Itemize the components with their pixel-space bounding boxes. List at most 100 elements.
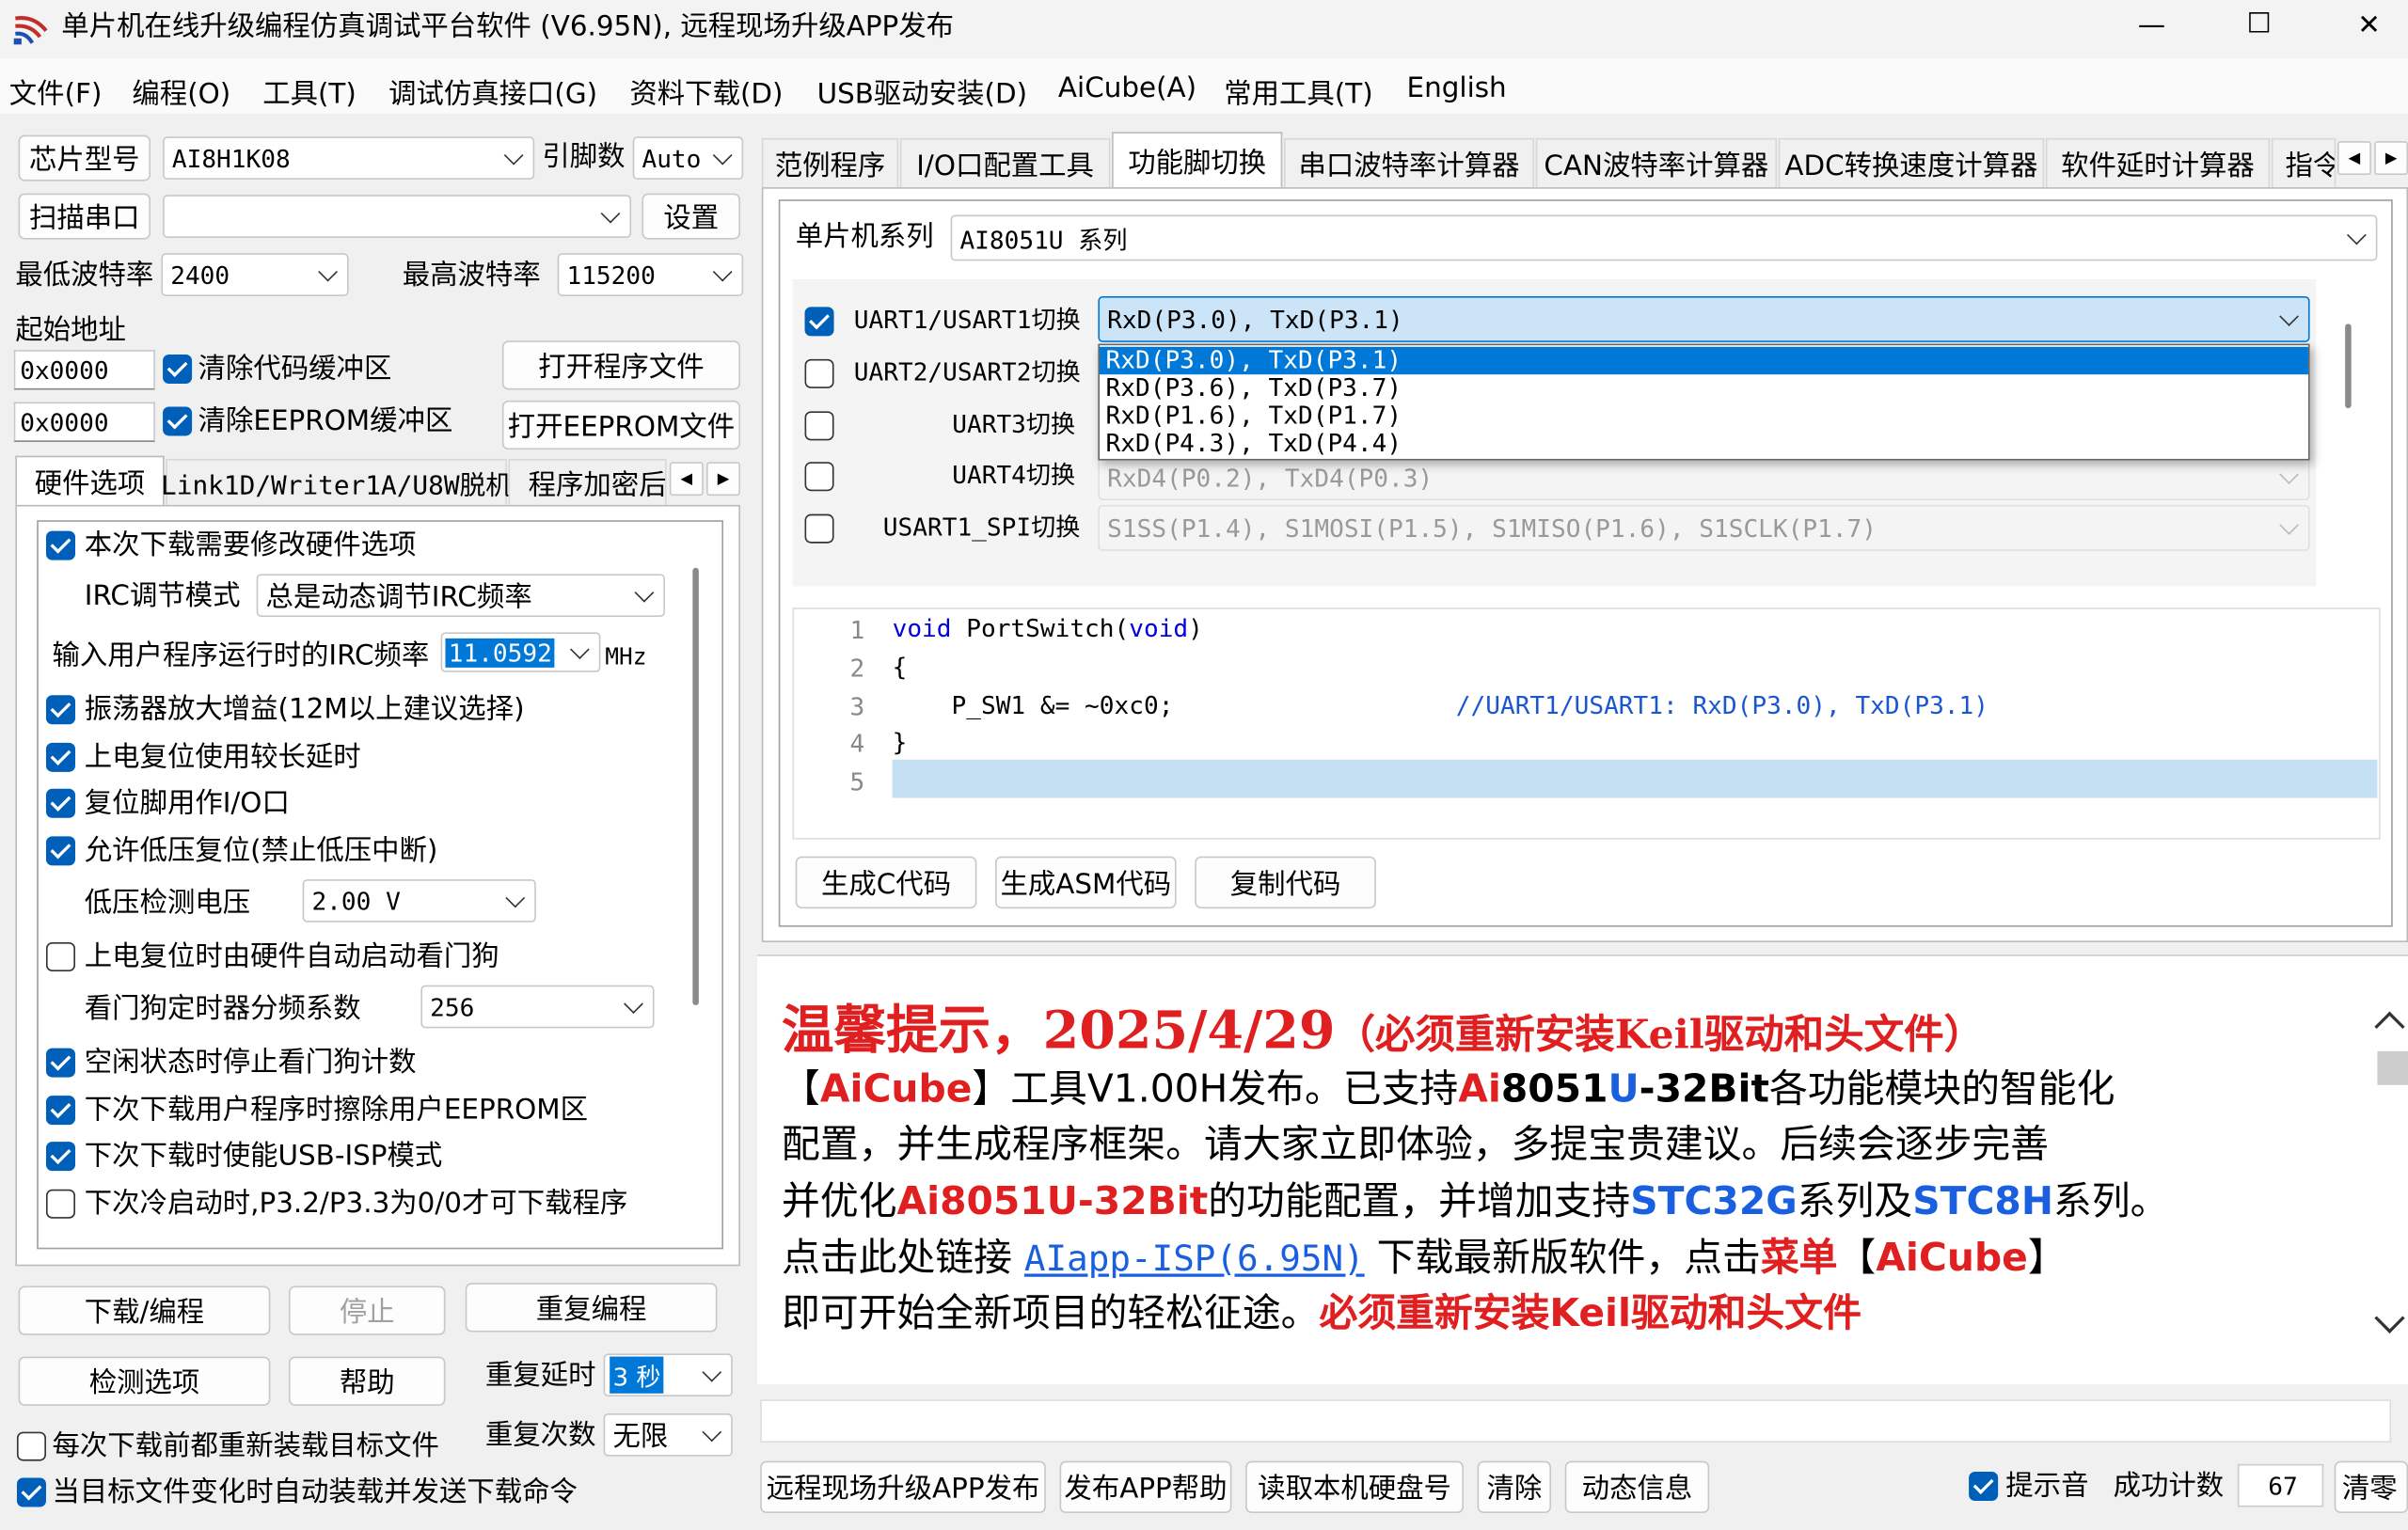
generate-asm-button[interactable]: 生成ASM代码 bbox=[994, 856, 1177, 909]
usb-isp-checkbox[interactable] bbox=[45, 1142, 76, 1172]
reload-checkbox[interactable] bbox=[16, 1431, 46, 1461]
uart2-checkbox[interactable] bbox=[804, 358, 834, 388]
tab-delay-calc[interactable]: 软件延时计算器 bbox=[2045, 137, 2271, 188]
stop-button[interactable]: 停止 bbox=[288, 1286, 446, 1335]
dropdown-option[interactable]: RxD(P3.6), TxD(P3.7) bbox=[1100, 373, 2308, 402]
menu-download[interactable]: 资料下载(D) bbox=[629, 72, 783, 112]
open-eeprom-button[interactable]: 打开EEPROM文件 bbox=[501, 400, 740, 450]
dropdown-option[interactable]: RxD(P4.3), TxD(P4.4) bbox=[1100, 429, 2308, 457]
series-select[interactable]: AI8051U 系列 bbox=[950, 214, 2378, 261]
clear-code-checkbox[interactable] bbox=[163, 354, 193, 384]
uart3-checkbox[interactable] bbox=[804, 411, 834, 441]
tab-hardware-options[interactable]: 硬件选项 bbox=[15, 455, 165, 505]
help-button[interactable]: 帮助 bbox=[288, 1356, 446, 1406]
repeat-delay-select[interactable]: 3 秒 bbox=[603, 1353, 733, 1397]
tab-can-baud[interactable]: CAN波特率计算器 bbox=[1535, 137, 1778, 188]
right-tab-scroll-right-icon[interactable]: ▶ bbox=[2374, 141, 2408, 176]
publish-help-button[interactable]: 发布APP帮助 bbox=[1059, 1460, 1232, 1514]
tab-uart-baud[interactable]: 串口波特率计算器 bbox=[1283, 137, 1535, 188]
chip-type-select[interactable]: AI8H1K08 bbox=[163, 136, 535, 180]
scroll-down-icon[interactable] bbox=[2374, 1302, 2405, 1333]
dropdown-option[interactable]: RxD(P1.6), TxD(P1.7) bbox=[1100, 402, 2308, 430]
uart1-select[interactable]: RxD(P3.0), TxD(P3.1) bbox=[1098, 295, 2310, 342]
tab-pin-switch[interactable]: 功能脚切换 bbox=[1112, 132, 1283, 188]
check-options-button[interactable]: 检测选项 bbox=[18, 1356, 271, 1406]
uart4-checkbox[interactable] bbox=[804, 462, 834, 492]
menu-file[interactable]: 文件(F) bbox=[9, 72, 103, 112]
wdt-auto-checkbox[interactable] bbox=[45, 941, 76, 971]
pin-rows-scrollbar[interactable] bbox=[2345, 323, 2352, 409]
tab-adc-speed[interactable]: ADC转换速度计算器 bbox=[1778, 137, 2045, 188]
irc-mode-select[interactable]: 总是动态调节IRC频率 bbox=[256, 574, 665, 618]
cold-boot-checkbox[interactable] bbox=[45, 1189, 76, 1219]
chevron-down-icon bbox=[634, 582, 655, 603]
dropdown-option[interactable]: RxD(P3.0), TxD(P3.1) bbox=[1100, 346, 2308, 375]
usart1-spi-select[interactable]: S1SS(P1.4), S1MOSI(P1.5), S1MISO(P1.6), … bbox=[1098, 504, 2310, 551]
uart4-select[interactable]: RxD4(P0.2), TxD4(P0.3) bbox=[1098, 454, 2310, 500]
beep-checkbox[interactable] bbox=[1969, 1471, 1999, 1501]
menu-program[interactable]: 编程(O) bbox=[132, 72, 230, 112]
max-baud-value: 115200 bbox=[566, 260, 656, 290]
publish-app-button[interactable]: 远程现场升级APP发布 bbox=[760, 1460, 1046, 1514]
menu-tools[interactable]: 工具(T) bbox=[262, 72, 356, 112]
close-button[interactable]: ✕ bbox=[2357, 11, 2381, 39]
clear-eeprom-checkbox[interactable] bbox=[163, 406, 193, 436]
menu-aicube[interactable]: AiCube(A) bbox=[1058, 72, 1196, 104]
download-link[interactable]: AIapp-ISP(6.95N) bbox=[1024, 1240, 1365, 1280]
tab-offline-writer[interactable]: Link1D/Writer1A/U8W脱机 bbox=[161, 458, 512, 505]
open-program-button[interactable]: 打开程序文件 bbox=[501, 340, 740, 390]
tab-examples[interactable]: 范例程序 bbox=[761, 137, 899, 188]
long-delay-checkbox[interactable] bbox=[45, 742, 76, 772]
menu-debug[interactable]: 调试仿真接口(G) bbox=[388, 72, 597, 112]
download-button[interactable]: 下载/编程 bbox=[18, 1286, 271, 1335]
app-window: 单片机在线升级编程仿真调试平台软件 (V6.95N), 远程现场升级APP发布 … bbox=[0, 0, 2408, 1530]
read-disk-button[interactable]: 读取本机硬盘号 bbox=[1245, 1460, 1464, 1514]
clear-button[interactable]: 清除 bbox=[1477, 1460, 1552, 1514]
code-address-input[interactable]: 0x0000 bbox=[13, 350, 155, 390]
scan-port-button[interactable]: 扫描串口 bbox=[18, 193, 151, 240]
pins-select[interactable]: Auto bbox=[632, 136, 744, 180]
right-tab-scroll-left-icon[interactable]: ◀ bbox=[2337, 141, 2371, 176]
eeprom-address-input[interactable]: 0x0000 bbox=[13, 402, 155, 442]
chip-type-value: AI8H1K08 bbox=[171, 143, 291, 173]
chip-type-button[interactable]: 芯片型号 bbox=[18, 134, 151, 181]
menu-usb-driver[interactable]: USB驱动安装(D) bbox=[817, 72, 1027, 112]
tab-scroll-right-icon[interactable]: ▶ bbox=[706, 462, 740, 497]
info-text: 系列及 bbox=[1797, 1178, 1913, 1223]
reset-io-checkbox[interactable] bbox=[45, 788, 76, 818]
menu-common-tools[interactable]: 常用工具(T) bbox=[1224, 72, 1372, 112]
settings-button[interactable]: 设置 bbox=[642, 193, 740, 240]
tab-encryption[interactable]: 程序加密后 bbox=[508, 458, 667, 505]
generate-c-button[interactable]: 生成C代码 bbox=[795, 856, 977, 909]
copy-code-button[interactable]: 复制代码 bbox=[1195, 856, 1376, 909]
lvr-checkbox[interactable] bbox=[45, 836, 76, 866]
tab-scroll-left-icon[interactable]: ◀ bbox=[669, 462, 704, 497]
tab-instructions[interactable]: 指令 bbox=[2271, 137, 2337, 188]
scroll-thumb[interactable] bbox=[2377, 1050, 2408, 1085]
max-baud-select[interactable]: 115200 bbox=[557, 253, 744, 296]
osc-gain-checkbox[interactable] bbox=[45, 695, 76, 725]
menu-english[interactable]: English bbox=[1407, 72, 1507, 104]
wdt-div-select[interactable]: 256 bbox=[420, 985, 655, 1029]
reset-count-button[interactable]: 清零 bbox=[2334, 1460, 2408, 1514]
erase-eeprom-checkbox[interactable] bbox=[45, 1096, 76, 1126]
modify-hw-checkbox[interactable] bbox=[45, 530, 76, 560]
min-baud-select[interactable]: 2400 bbox=[161, 253, 349, 296]
auto-load-checkbox[interactable] bbox=[16, 1477, 46, 1507]
minimize-button[interactable]: — bbox=[2138, 11, 2165, 39]
tab-io-config[interactable]: I/O口配置工具 bbox=[899, 137, 1111, 188]
wdt-idle-checkbox[interactable] bbox=[45, 1048, 76, 1078]
port-select[interactable] bbox=[163, 195, 632, 238]
scroll-up-icon[interactable] bbox=[2374, 1011, 2405, 1042]
hardware-scrollbar[interactable] bbox=[692, 567, 699, 1005]
repeat-program-button[interactable]: 重复编程 bbox=[465, 1283, 718, 1333]
lvd-select[interactable]: 2.00 V bbox=[302, 879, 536, 923]
dynamic-info-button[interactable]: 动态信息 bbox=[1564, 1460, 1710, 1514]
usart1-spi-checkbox[interactable] bbox=[804, 513, 834, 544]
wdt-auto-label: 上电复位时由硬件自动启动看门狗 bbox=[84, 940, 499, 973]
repeat-count-select[interactable]: 无限 bbox=[603, 1412, 733, 1457]
irc-freq-select[interactable]: 11.0592 bbox=[440, 632, 601, 672]
uart1-checkbox[interactable] bbox=[804, 307, 834, 337]
maximize-button[interactable]: ☐ bbox=[2247, 10, 2272, 38]
info-scrollbar[interactable] bbox=[2374, 998, 2408, 1350]
